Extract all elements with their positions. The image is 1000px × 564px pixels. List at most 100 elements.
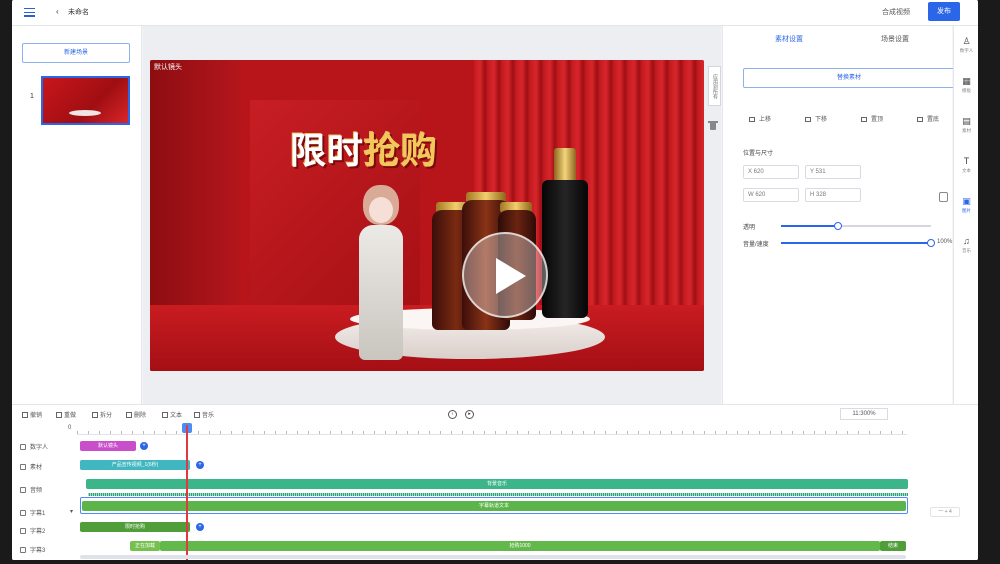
move-down-button[interactable]: 下移 [805, 114, 827, 123]
layer-order-row: 上移 下移 置顶 置底 [743, 114, 955, 126]
undo-icon [22, 412, 28, 418]
subtitle-track-icon [20, 510, 26, 516]
template-icon: ▦ [962, 76, 971, 86]
apply-all-tab[interactable]: 应用到所有 [708, 66, 721, 106]
tool-person[interactable]: ♙ 数字人 [954, 32, 978, 58]
zoom-level[interactable]: 11:300% [840, 408, 888, 420]
avatar-face [369, 197, 393, 223]
send-back-button[interactable]: 置底 [917, 114, 939, 123]
add-subtitle-clip-icon[interactable]: + [196, 523, 204, 531]
subtitle-track-icon [20, 547, 26, 553]
opacity-label: 透明 [743, 225, 756, 231]
opacity-knob[interactable] [834, 222, 842, 230]
scene-panel: 新建场景 1 [12, 26, 142, 404]
bring-front-button[interactable]: 置顶 [861, 114, 883, 123]
playhead[interactable] [186, 425, 188, 560]
promo-headline[interactable]: 限时抢购 [290, 122, 438, 174]
trash-icon[interactable] [708, 121, 718, 131]
tool-text[interactable]: T 文本 [954, 152, 978, 178]
width-field[interactable]: W 620 [743, 188, 799, 202]
scene-thumbnail[interactable] [41, 76, 130, 125]
move-up-button[interactable]: 上移 [749, 114, 771, 123]
tool-label: 素材 [962, 128, 971, 133]
add-text-button[interactable]: 文本 [162, 410, 182, 419]
redo-button[interactable]: 重做 [56, 410, 76, 419]
prev-frame-icon[interactable]: ‹ [448, 410, 457, 419]
tool-template[interactable]: ▦ 模板 [954, 72, 978, 98]
track-zoom-control[interactable]: 一 + 4 [930, 507, 960, 517]
play-pause-icon[interactable]: ▸ [465, 410, 474, 419]
material-track-icon [20, 464, 26, 470]
subtitle3-clip-start[interactable]: 正在加载 [130, 541, 160, 551]
settings-panel: 素材设置 场景设置 替换素材 上移 下移 置顶 置底 位置与尺寸 X 620 Y… [722, 26, 955, 404]
delete-button[interactable]: 删除 [126, 410, 146, 419]
tool-label: 模板 [962, 88, 971, 93]
project-title[interactable]: 未命名 [68, 7, 89, 17]
tool-label: 文本 [962, 168, 971, 173]
volume-slider[interactable] [781, 239, 935, 247]
tool-label: 数字人 [959, 48, 974, 53]
bring-front-icon [861, 117, 867, 122]
opacity-slider[interactable] [781, 222, 931, 230]
tool-label: 图片 [962, 208, 971, 213]
time-ruler[interactable] [77, 425, 907, 435]
undo-button[interactable]: 撤销 [22, 410, 42, 419]
timeline: 撤销 重做 拆分 删除 文本 音乐 ‹ ▸ 11:300% 0 数字人 素材 音… [12, 404, 978, 560]
text-icon: T [963, 156, 970, 166]
subtitle-track-icon [20, 528, 26, 534]
publish-button[interactable]: 发布 [928, 2, 960, 21]
track-label-subtitle2: 字幕2 [20, 526, 45, 535]
track-label-avatar: 数字人 [20, 442, 48, 451]
track-label-audio: 音频 [20, 485, 42, 494]
track-label-subtitle3: 字幕3 [20, 545, 45, 554]
send-back-icon [917, 117, 923, 122]
y-field[interactable]: Y 531 [805, 165, 861, 179]
position-size-label: 位置与尺寸 [743, 151, 774, 157]
menu-icon[interactable] [24, 8, 35, 17]
music-icon [194, 412, 200, 418]
lock-icon[interactable] [939, 192, 948, 202]
audio-waveform [88, 493, 908, 496]
play-icon[interactable] [462, 232, 548, 318]
subtitle3-clip-end[interactable]: 结束 [880, 541, 906, 551]
audio-clip[interactable]: 背景音乐 [86, 479, 908, 489]
headline-part-1: 限时 [290, 131, 365, 172]
tab-scene-settings[interactable]: 场景设置 [881, 34, 909, 44]
track-label-subtitle1: 字幕1 [20, 508, 45, 517]
expand-icon[interactable]: ▾ [70, 508, 73, 515]
material-clip[interactable]: 产品宣传视频_1(6秒) [80, 460, 190, 470]
scene-index: 1 [30, 93, 34, 100]
tool-material[interactable]: ▤ 素材 [954, 112, 978, 138]
move-down-icon [805, 117, 811, 122]
tool-image[interactable]: ▣ 图片 [954, 192, 978, 218]
subtitle2-clip[interactable]: 限时抢购 [80, 522, 190, 532]
subtitle1-clip[interactable]: 字幕轨道文本 [82, 501, 906, 511]
tab-material-settings[interactable]: 素材设置 [775, 34, 803, 44]
replace-material-button[interactable]: 替换素材 [743, 68, 955, 88]
video-preview[interactable]: 默认镜头 限时抢购 [150, 60, 704, 371]
track-label-material: 素材 [20, 462, 42, 471]
new-scene-button[interactable]: 新建场景 [22, 43, 130, 63]
subtitle3-clip[interactable]: 抢购1000 [160, 541, 880, 551]
avatar-body [359, 225, 403, 360]
avatar-track-icon [20, 444, 26, 450]
x-field[interactable]: X 620 [743, 165, 799, 179]
serum-bottle [542, 180, 588, 318]
tool-music[interactable]: ♫ 音乐 [954, 232, 978, 258]
split-button[interactable]: 拆分 [92, 410, 112, 419]
volume-knob[interactable] [927, 239, 935, 247]
add-material-clip-icon[interactable]: + [196, 461, 204, 469]
height-field[interactable]: H 328 [805, 188, 861, 202]
add-music-button[interactable]: 音乐 [194, 410, 214, 419]
audio-track-icon [20, 487, 26, 493]
camera-label: 默认镜头 [154, 64, 182, 71]
compose-video-button[interactable]: 合成视频 [872, 5, 920, 21]
add-avatar-clip-icon[interactable]: + [140, 442, 148, 450]
digital-human-avatar[interactable] [345, 185, 415, 370]
avatar-clip[interactable]: 默认镜头 [80, 441, 136, 451]
timeline-scrollbar[interactable] [80, 555, 906, 559]
tool-strip: ♙ 数字人 ▦ 模板 ▤ 素材 T 文本 ▣ 图片 ♫ 音乐 [953, 26, 978, 404]
opacity-fill [781, 225, 838, 227]
back-arrow-icon[interactable]: ‹ [56, 7, 59, 16]
top-bar: ‹ 未命名 合成视频 发布 [12, 0, 978, 26]
